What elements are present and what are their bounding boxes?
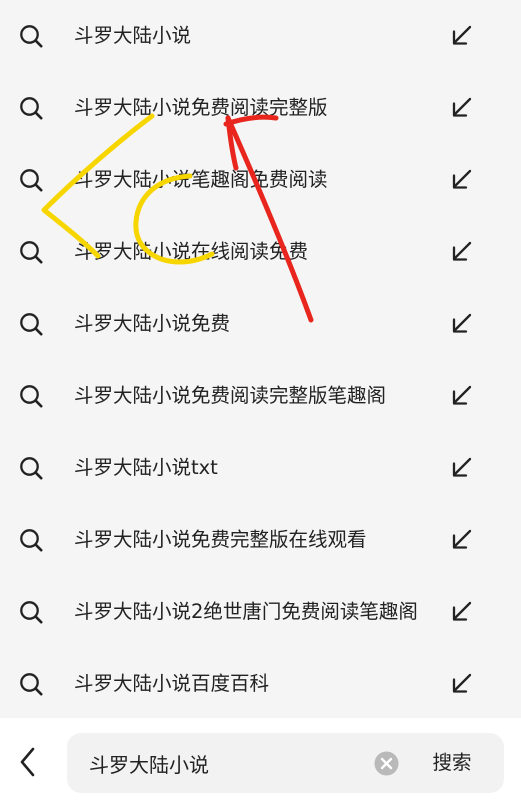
suggestion-text: 斗罗大陆小说在线阅读免费: [74, 240, 309, 263]
suggestion-row[interactable]: 斗罗大陆小说免费: [0, 288, 521, 360]
search-icon: [20, 673, 43, 696]
search-submit-button[interactable]: 搜索: [421, 747, 483, 779]
suggestion-row[interactable]: 斗罗大陆小说免费完整版在线观看: [0, 504, 521, 576]
fill-query-arrow-icon[interactable]: [449, 239, 475, 265]
suggestion-text: 斗罗大陆小说笔趣阁免费阅读: [74, 168, 328, 191]
back-button[interactable]: [10, 742, 46, 782]
suggestion-text: 斗罗大陆小说百度百科: [74, 672, 270, 695]
fill-query-arrow-icon[interactable]: [449, 383, 475, 409]
fill-query-arrow-icon[interactable]: [449, 167, 475, 193]
search-icon: [20, 529, 43, 552]
search-icon: [20, 97, 43, 120]
fill-query-arrow-icon[interactable]: [449, 455, 475, 481]
search-icon: [20, 169, 43, 192]
back-chevron-icon: [20, 747, 35, 777]
search-bar: 搜索: [0, 718, 521, 804]
search-icon: [20, 601, 43, 624]
search-icon: [20, 25, 43, 48]
search-icon: [20, 241, 43, 264]
suggestion-text: 斗罗大陆小说免费阅读完整版笔趣阁: [74, 384, 387, 407]
suggestion-row[interactable]: 斗罗大陆小说在线阅读免费: [0, 216, 521, 288]
suggestion-text: 斗罗大陆小说: [74, 24, 192, 47]
fill-query-arrow-icon[interactable]: [449, 599, 475, 625]
search-icon: [20, 313, 43, 336]
suggestion-row[interactable]: 斗罗大陆小说2绝世唐门免费阅读笔趣阁: [0, 576, 521, 648]
suggestion-row[interactable]: 斗罗大陆小说txt: [0, 432, 521, 504]
search-input[interactable]: [89, 748, 359, 778]
suggestion-text: 斗罗大陆小说2绝世唐门免费阅读笔趣阁: [74, 600, 418, 623]
search-icon: [20, 457, 43, 480]
suggestion-row[interactable]: 斗罗大陆小说百度百科: [0, 648, 521, 720]
suggestion-text: 斗罗大陆小说免费阅读完整版: [74, 96, 328, 119]
search-icon: [20, 385, 43, 408]
suggestion-row[interactable]: 斗罗大陆小说笔趣阁免费阅读: [0, 144, 521, 216]
suggestion-row[interactable]: 斗罗大陆小说免费阅读完整版: [0, 72, 521, 144]
clear-icon[interactable]: [374, 751, 399, 776]
fill-query-arrow-icon[interactable]: [449, 311, 475, 337]
fill-query-arrow-icon[interactable]: [449, 527, 475, 553]
suggestion-text: 斗罗大陆小说免费完整版在线观看: [74, 528, 367, 551]
fill-query-arrow-icon[interactable]: [449, 95, 475, 121]
suggestion-list: 斗罗大陆小说 斗罗大陆小说免费阅读完整版 斗罗大陆小说笔趣阁免费阅读 斗罗大陆小…: [0, 0, 521, 718]
suggestion-row[interactable]: 斗罗大陆小说: [0, 0, 521, 72]
fill-query-arrow-icon[interactable]: [449, 671, 475, 697]
suggestion-text: 斗罗大陆小说txt: [74, 456, 218, 479]
suggestion-text: 斗罗大陆小说免费: [74, 312, 231, 335]
fill-query-arrow-icon[interactable]: [449, 23, 475, 49]
suggestion-row[interactable]: 斗罗大陆小说免费阅读完整版笔趣阁: [0, 360, 521, 432]
search-box: 搜索: [67, 733, 504, 793]
